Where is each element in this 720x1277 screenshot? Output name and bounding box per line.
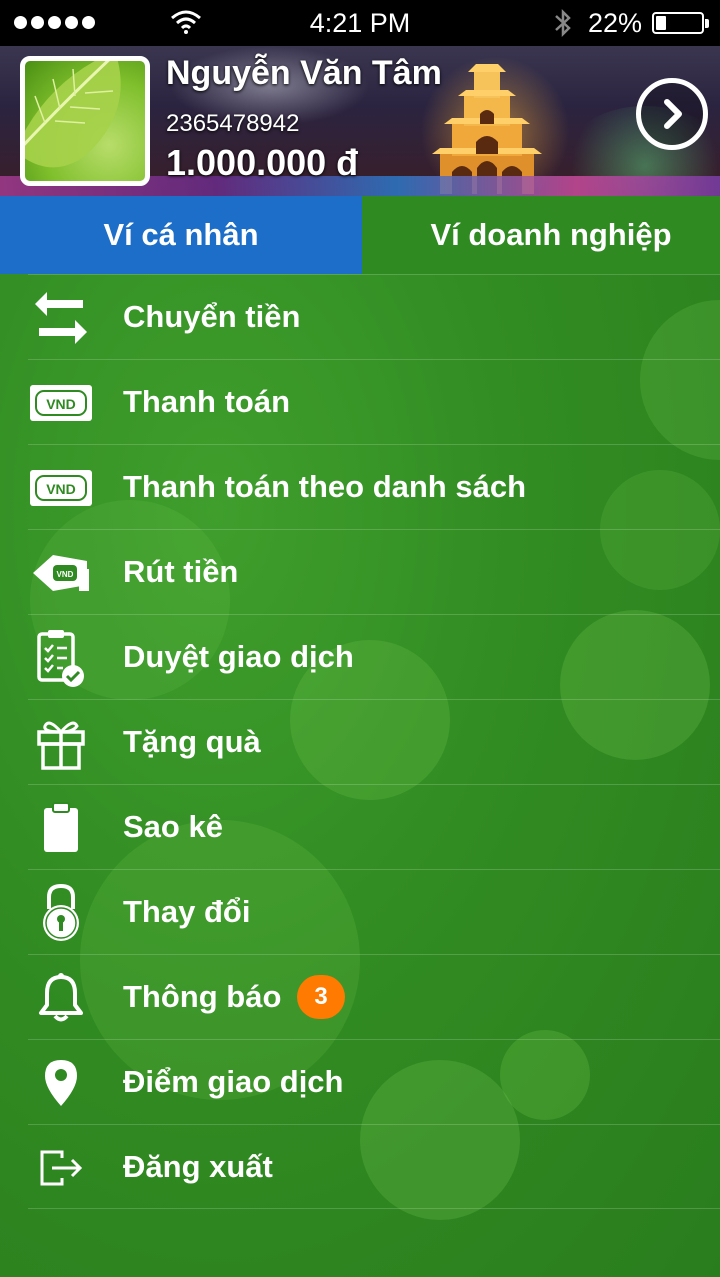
transfer-arrows-icon — [28, 275, 94, 360]
account-number: 2365478942 — [166, 110, 300, 137]
main-menu: Chuyển tiền VND Thanh toán VND Thanh toá… — [0, 274, 720, 1209]
menu-item-statement[interactable]: Sao kê — [28, 784, 720, 869]
menu-item-label: Duyệt giao dịch — [123, 639, 354, 674]
menu-item-label: Thông báo — [123, 979, 282, 1014]
withdraw-cash-icon: VND — [28, 530, 94, 615]
tab-business-wallet[interactable]: Ví doanh nghiệp — [362, 196, 720, 274]
vnd-banknote-icon: VND — [28, 360, 94, 445]
menu-item-payment[interactable]: VND Thanh toán — [28, 359, 720, 444]
battery-percent: 22% — [588, 8, 643, 38]
menu-item-batch-payment[interactable]: VND Thanh toán theo danh sách — [28, 444, 720, 529]
clipboard-check-icon — [28, 615, 94, 700]
menu-item-transaction-points[interactable]: Điểm giao dịch — [28, 1039, 720, 1124]
menu-item-withdraw[interactable]: VND Rút tiền — [28, 529, 720, 614]
menu-item-label: Tặng quà — [123, 724, 261, 759]
menu-item-label: Chuyển tiền — [123, 299, 301, 334]
tab-personal-wallet[interactable]: Ví cá nhân — [0, 196, 362, 274]
menu-item-label: Rút tiền — [123, 554, 239, 589]
notification-count-badge: 3 — [297, 975, 345, 1019]
vnd-text: VND — [46, 481, 76, 497]
profile-header: Nguyễn Văn Tâm 2365478942 1.000.000 đ — [0, 46, 720, 196]
battery-icon — [652, 12, 709, 34]
menu-item-gift[interactable]: Tặng quà — [28, 699, 720, 784]
menu-item-change-password[interactable]: Thay đổi — [28, 869, 720, 954]
account-balance: 1.000.000 đ — [166, 142, 359, 183]
turtle-tower-image — [432, 64, 542, 194]
menu-item-approve-transactions[interactable]: Duyệt giao dịch — [28, 614, 720, 699]
lock-icon — [28, 870, 94, 955]
profile-details-button[interactable] — [636, 78, 708, 150]
menu-item-transfer[interactable]: Chuyển tiền — [28, 274, 720, 359]
location-pin-icon — [28, 1040, 94, 1125]
chevron-right-icon — [664, 99, 682, 129]
menu-item-logout[interactable]: Đăng xuất — [28, 1124, 720, 1209]
vnd-banknote-icon: VND — [28, 445, 94, 530]
app-screen: 4:21 PM 22% Nguyễn Văn Tâm 2365478942 1.… — [0, 0, 720, 1277]
menu-item-label: Đăng xuất — [123, 1149, 273, 1184]
status-bar: 4:21 PM 22% — [0, 0, 720, 46]
bluetooth-icon — [553, 8, 573, 45]
battery-level — [656, 16, 666, 30]
menu-item-label: Sao kê — [123, 809, 223, 844]
gift-icon — [28, 700, 94, 785]
clipboard-icon — [28, 785, 94, 870]
logout-icon — [28, 1125, 94, 1210]
wallet-tabs: Ví cá nhân Ví doanh nghiệp — [0, 196, 720, 274]
menu-item-label: Điểm giao dịch — [123, 1064, 344, 1099]
leaf-image — [25, 61, 121, 168]
menu-item-notifications[interactable]: Thông báo 3 — [28, 954, 720, 1039]
avatar[interactable] — [20, 56, 150, 186]
bell-icon — [28, 955, 94, 1040]
menu-item-label: Thanh toán theo danh sách — [123, 469, 527, 504]
vnd-text: VND — [46, 396, 76, 412]
vnd-text: VND — [57, 570, 74, 579]
user-name: Nguyễn Văn Tâm — [166, 54, 442, 92]
menu-item-label: Thay đổi — [123, 894, 251, 929]
menu-item-label: Thanh toán — [123, 384, 291, 419]
